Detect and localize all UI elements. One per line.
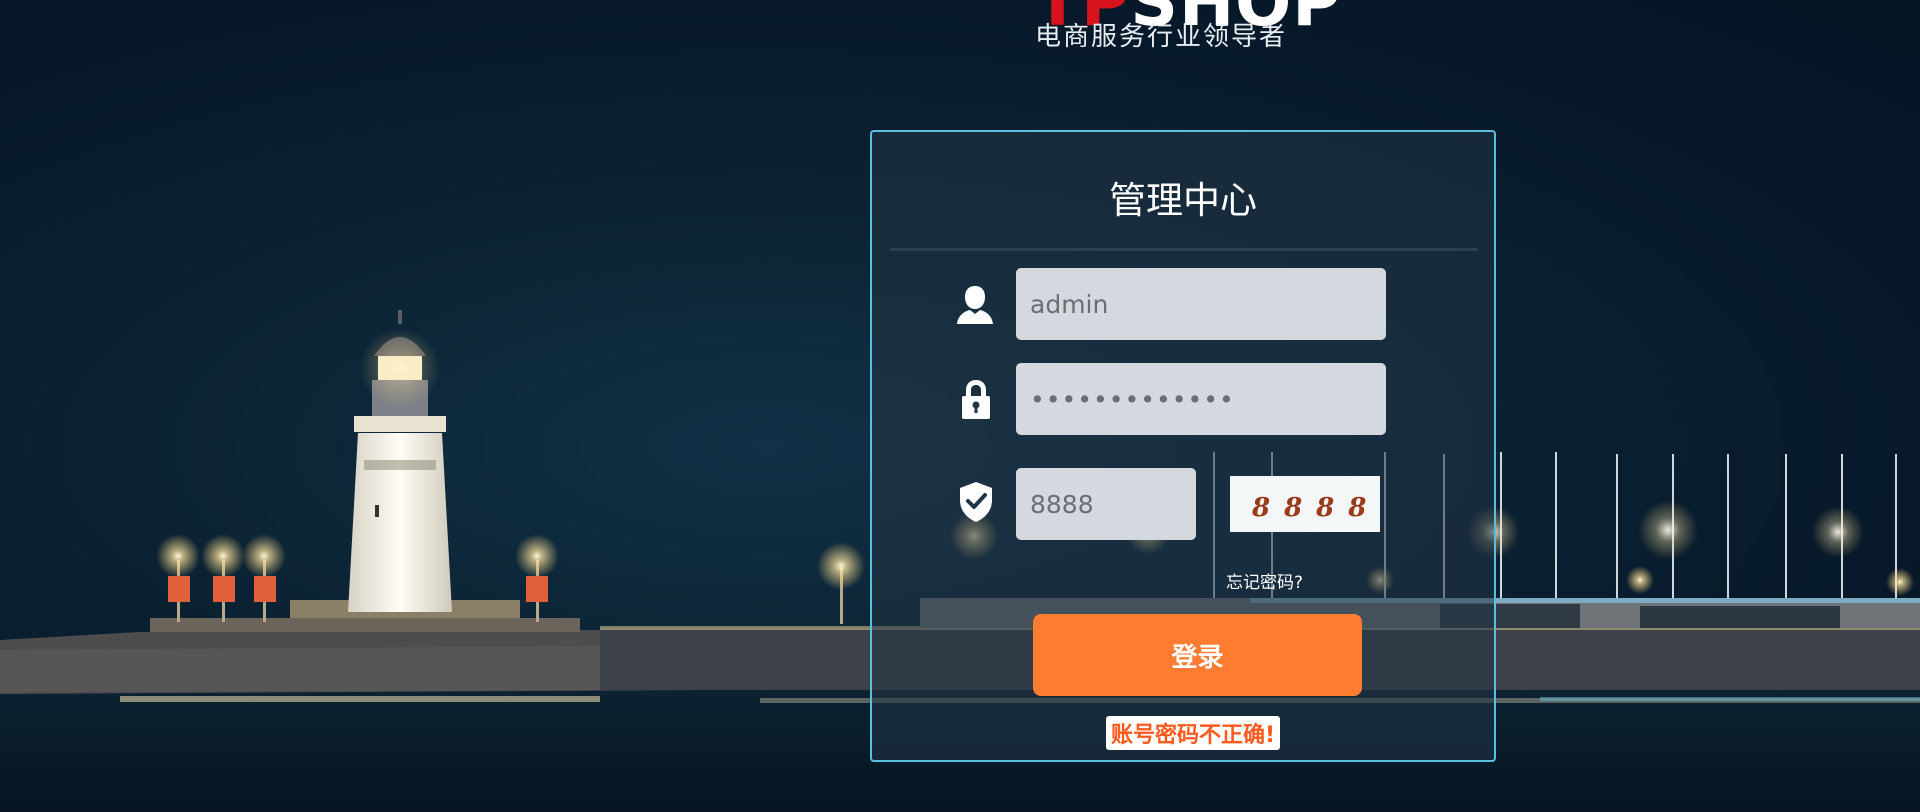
captcha-image-text: 8888: [1251, 493, 1380, 523]
forgot-password-link[interactable]: 忘记密码?: [1226, 568, 1303, 593]
error-message: 账号密码不正确!: [1106, 716, 1281, 750]
captcha-input[interactable]: [1016, 468, 1196, 540]
lock-icon: [962, 380, 990, 419]
panel-title: 管理中心: [1109, 179, 1257, 222]
logo-slogan: 电商服务行业领导者: [1035, 22, 1288, 52]
password-input[interactable]: [1016, 363, 1386, 435]
login-panel: 管理中心 8888 忘记密码? 登录 账号密码不正确!: [870, 130, 1496, 762]
panel-divider: [890, 248, 1478, 251]
username-input[interactable]: [1016, 268, 1386, 340]
login-button[interactable]: 登录: [1033, 614, 1362, 696]
tpshop-logo: TPSHOP 电商服务行业领导者: [1035, 0, 1355, 80]
shield-check-icon: [960, 482, 992, 522]
captcha-image[interactable]: 8888: [1230, 476, 1380, 532]
user-icon: [957, 286, 993, 324]
